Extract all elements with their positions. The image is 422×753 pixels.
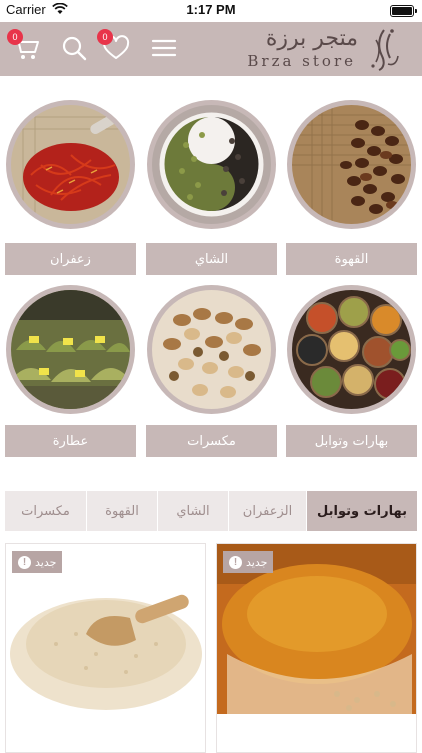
menu-button[interactable] (146, 30, 182, 66)
tab-spices[interactable]: بهارات وتوابل (307, 491, 417, 531)
saffron-image (6, 100, 135, 229)
category-tea[interactable]: الشاي (146, 100, 277, 275)
app-header: 0 0 متجر برزة Brza store (0, 22, 422, 76)
category-label: مكسرات (146, 425, 277, 457)
nuts-image (147, 285, 276, 414)
search-icon (62, 36, 87, 61)
tab-nuts[interactable]: مكسرات (5, 491, 86, 531)
product-card[interactable]: ! جديد (5, 543, 206, 753)
product-card[interactable]: ! جديد (216, 543, 417, 753)
new-badge-label: جديد (35, 555, 57, 569)
herbs-market-image (6, 285, 135, 414)
category-herbs[interactable]: عطارة (5, 285, 136, 460)
category-label: الشاي (146, 243, 277, 275)
info-icon: ! (18, 555, 31, 569)
tea-image (147, 100, 276, 229)
category-label: القهوة (286, 243, 417, 275)
spices-image (287, 285, 416, 414)
new-badge: ! جديد (223, 551, 274, 573)
category-label: بهارات وتوابل (286, 425, 417, 457)
wishlist-count-badge: 0 (97, 29, 113, 45)
search-button[interactable] (56, 30, 92, 66)
tab-coffee[interactable]: القهوة (87, 491, 157, 531)
category-spices[interactable]: بهارات وتوابل (286, 285, 417, 460)
category-label: زعفران (5, 243, 136, 275)
tab-tea[interactable]: الشاي (158, 491, 228, 531)
category-coffee[interactable]: القهوة (286, 100, 417, 275)
cart-count-badge: 0 (7, 29, 23, 45)
tab-saffron[interactable]: الزعفران (229, 491, 306, 531)
status-bar: Carrier 1:17 PM (0, 0, 422, 22)
new-badge: ! جديد (12, 551, 63, 573)
category-nuts[interactable]: مكسرات (146, 285, 277, 460)
category-label: عطارة (5, 425, 136, 457)
logo-arabic-text: متجر برزة (265, 26, 358, 51)
battery-icon (390, 5, 417, 17)
wishlist-button[interactable]: 0 (97, 29, 134, 66)
clock: 1:17 PM (186, 2, 236, 17)
info-icon: ! (229, 555, 242, 569)
category-saffron[interactable]: زعفران (5, 100, 136, 275)
menu-icon (151, 39, 177, 57)
coffee-beans-image (287, 100, 416, 229)
logo-mark-icon (371, 29, 399, 71)
category-tabs: بهارات وتوابل الزعفران الشاي القهوة مكسر… (5, 491, 417, 531)
store-logo[interactable]: متجر برزة Brza store (232, 26, 412, 72)
logo-english-text: Brza store (247, 52, 356, 70)
cart-button[interactable]: 0 (7, 29, 44, 66)
new-badge-label: جديد (246, 555, 268, 569)
